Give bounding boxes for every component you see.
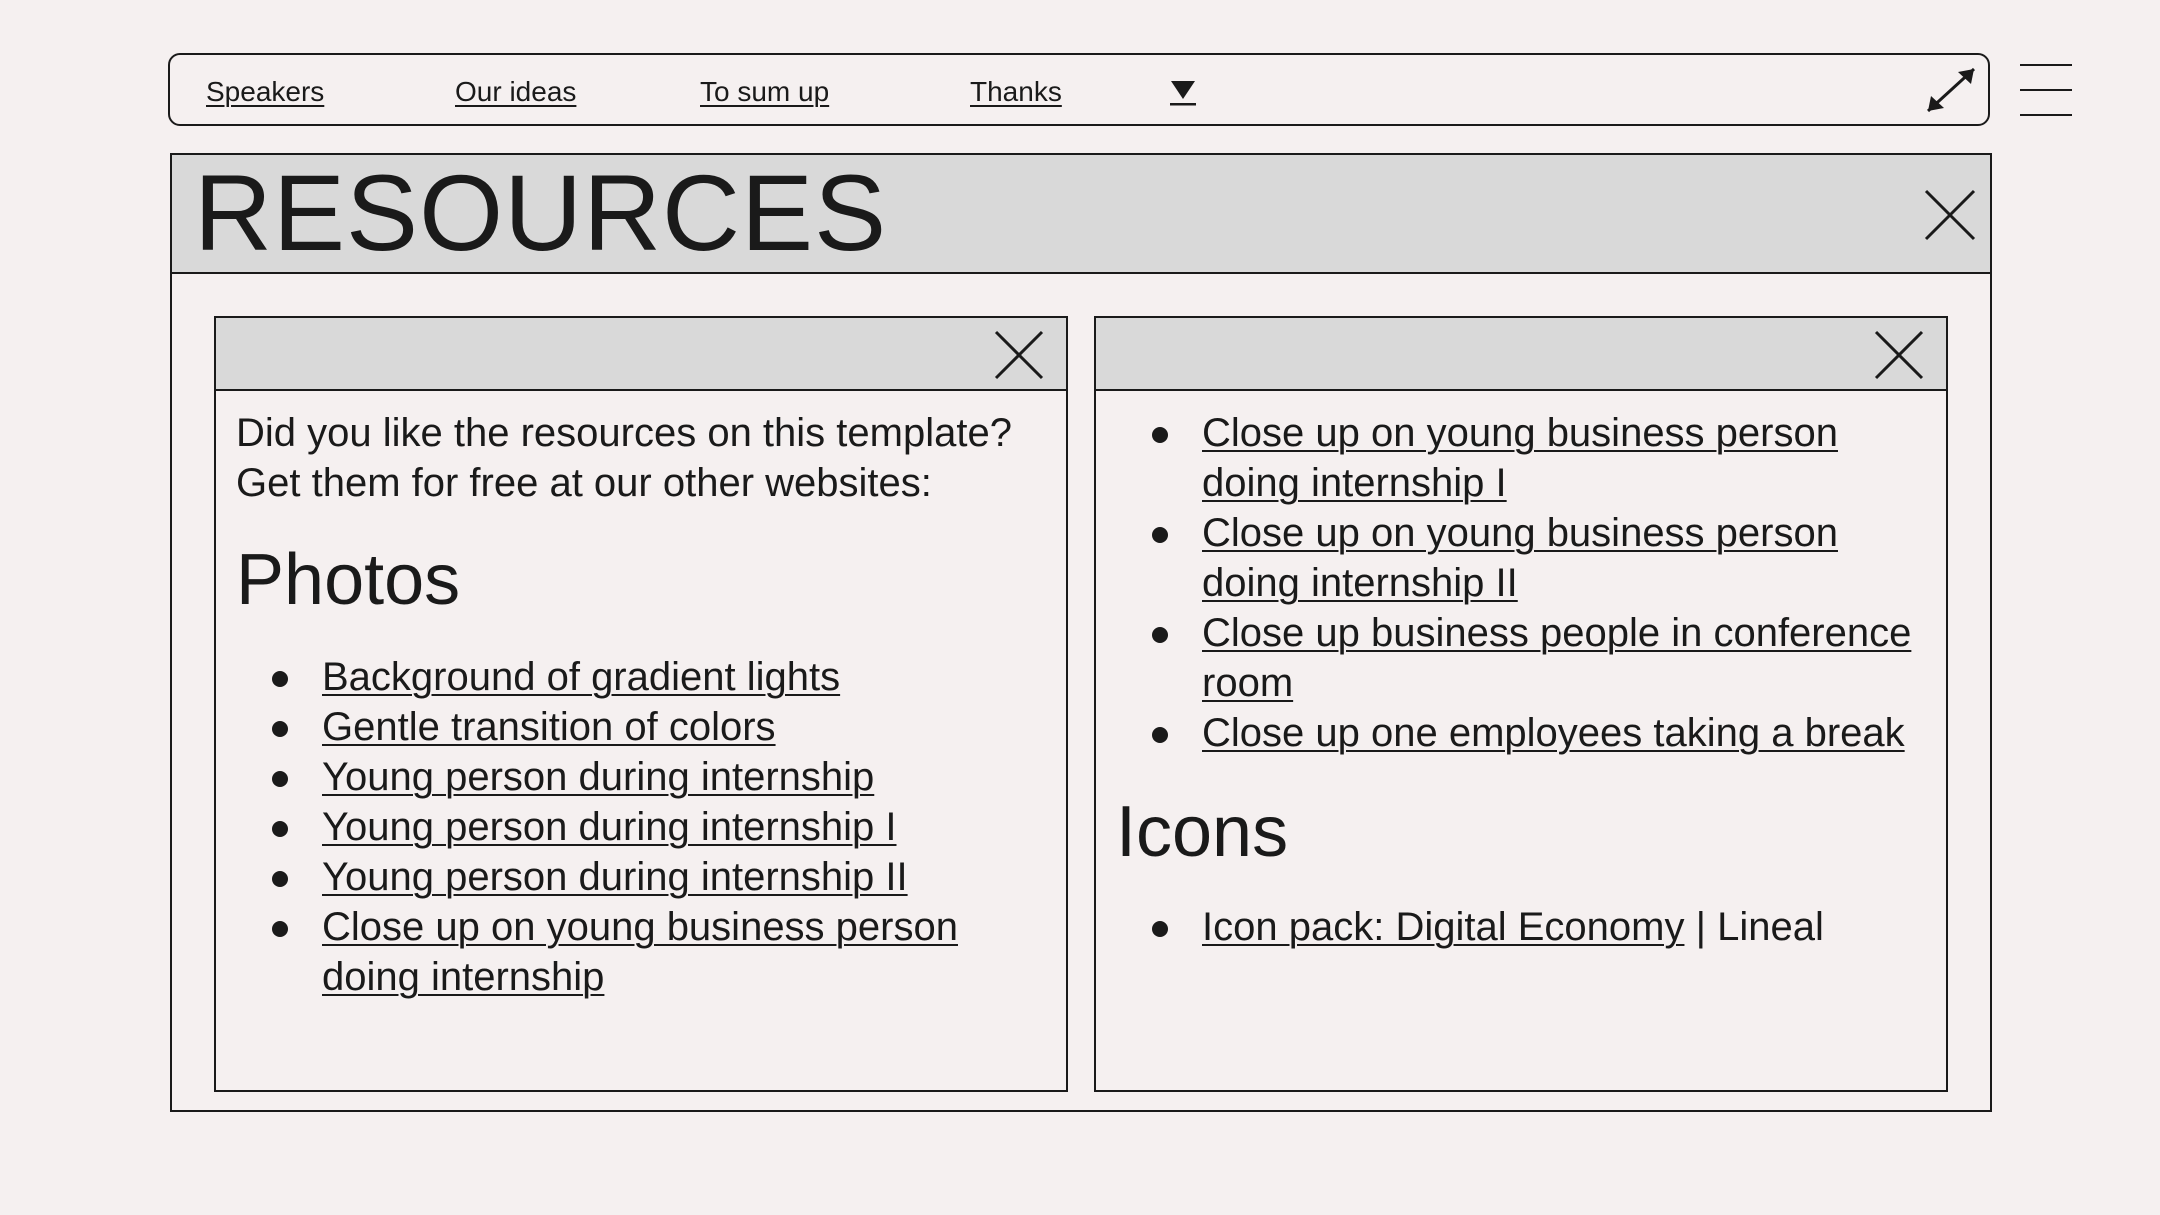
- nav-link-to-sum-up[interactable]: To sum up: [700, 75, 829, 109]
- top-nav-bar: Speakers Our ideas To sum up Thanks: [168, 53, 1990, 126]
- close-x-icon[interactable]: [994, 330, 1044, 380]
- down-triangle-icon[interactable]: [1170, 79, 1196, 107]
- list-item: Young person during internship II: [236, 852, 1036, 902]
- hamburger-menu-icon[interactable]: [2020, 64, 2072, 116]
- nav-link-speakers[interactable]: Speakers: [206, 75, 324, 109]
- icons-list: Icon pack: Digital Economy | Lineal: [1116, 902, 1916, 952]
- resource-link[interactable]: Close up on young business person doing …: [1202, 411, 1838, 505]
- list-item: Gentle transition of colors: [236, 702, 1036, 752]
- photos-heading: Photos: [236, 540, 461, 620]
- list-item: Young person during internship: [236, 752, 1036, 802]
- panel-title-bar: [1096, 318, 1946, 391]
- resource-link[interactable]: Young person during internship I: [322, 805, 897, 849]
- close-x-icon[interactable]: [1924, 189, 1976, 241]
- resources-window: RESOURCES Did you like the resources on …: [170, 153, 1992, 1112]
- close-x-icon[interactable]: [1874, 330, 1924, 380]
- panel-content: Close up on young business person doing …: [1116, 408, 1916, 952]
- list-item: Close up one employees taking a break: [1116, 708, 1916, 758]
- photos-list: Background of gradient lights Gentle tra…: [236, 652, 1036, 1002]
- diagonal-resize-arrow-icon[interactable]: [1924, 65, 1978, 115]
- resource-link[interactable]: Gentle transition of colors: [322, 705, 776, 749]
- resource-link[interactable]: Background of gradient lights: [322, 655, 840, 699]
- panel-title-bar: [216, 318, 1066, 391]
- icons-heading: Icons: [1116, 792, 1289, 872]
- panel-content: Did you like the resources on this templ…: [236, 408, 1036, 1002]
- intro-text: Did you like the resources on this templ…: [236, 411, 1012, 505]
- nav-link-our-ideas[interactable]: Our ideas: [455, 75, 576, 109]
- list-item: Close up business people in conference r…: [1116, 608, 1916, 708]
- resource-link[interactable]: Close up on young business person doing …: [1202, 511, 1838, 605]
- photos-panel-left: Did you like the resources on this templ…: [214, 316, 1068, 1092]
- list-item: Young person during internship I: [236, 802, 1036, 852]
- list-item: Background of gradient lights: [236, 652, 1036, 702]
- list-item: Close up on young business person doing …: [1116, 408, 1916, 508]
- resource-link[interactable]: Close up business people in conference r…: [1202, 611, 1911, 705]
- photos-list-continued: Close up on young business person doing …: [1116, 408, 1916, 758]
- list-item: Close up on young business person doing …: [1116, 508, 1916, 608]
- resource-link[interactable]: Young person during internship II: [322, 855, 908, 899]
- page-title: RESOURCES: [194, 152, 888, 273]
- list-item: Close up on young business person doing …: [236, 902, 1036, 1002]
- resource-link[interactable]: Close up one employees taking a break: [1202, 711, 1905, 755]
- window-title-bar: RESOURCES: [172, 155, 1990, 274]
- resource-link[interactable]: Close up on young business person doing …: [322, 905, 958, 999]
- nav-link-thanks[interactable]: Thanks: [970, 75, 1062, 109]
- resource-suffix: | Lineal: [1684, 905, 1824, 949]
- resource-link[interactable]: Young person during internship: [322, 755, 874, 799]
- list-item: Icon pack: Digital Economy | Lineal: [1116, 902, 1916, 952]
- resource-link[interactable]: Icon pack: Digital Economy: [1202, 905, 1684, 949]
- photos-panel-right: Close up on young business person doing …: [1094, 316, 1948, 1092]
